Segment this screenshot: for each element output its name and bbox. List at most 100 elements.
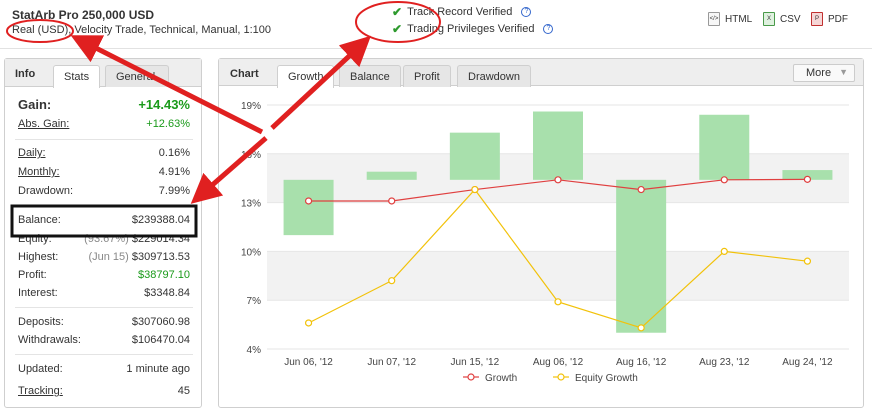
equity-value: $229014.34 [131, 233, 190, 245]
y-tick-label: 19% [241, 101, 261, 112]
x-tick-label: Jun 15, '12 [451, 357, 500, 368]
growth-bar [366, 171, 417, 180]
growth-chart: 19% 16% 13% 10% 7% 4% Jun 06, '12 Jun 07, '12 Ju… [241, 101, 849, 384]
legend-label: Growth [485, 373, 517, 384]
x-tick-label: Jun 07, '12 [367, 357, 416, 368]
tracking-row: Tracking: 45 [18, 385, 190, 397]
growth-bar [533, 111, 583, 180]
stats-panel: Info Stats General Gain: +14.43% Abs. Ga… [4, 58, 202, 408]
help-icon[interactable]: ? [543, 24, 554, 34]
withdrawals-value: $106470.04 [131, 334, 190, 346]
highest-note: (Jun 15) [88, 251, 129, 263]
chart-heading: Chart [230, 68, 259, 80]
help-icon[interactable]: ? [521, 7, 532, 17]
more-dropdown[interactable]: More ▼ [793, 64, 855, 82]
account-subtitle: Real (USD), Velocity Trade, Technical, M… [12, 24, 272, 36]
x-tick-label: Aug 23, '12 [699, 357, 750, 368]
highest-row: Highest: (Jun 15) $309713.53 [18, 251, 190, 263]
triangle-down-icon: ▼ [839, 67, 848, 77]
growth-point [388, 197, 396, 205]
track-record-verified: ✔ Track Record Verified ? [392, 5, 532, 19]
balance-row: Balance: $239388.04 [18, 214, 190, 226]
y-tick-label: 7% [247, 296, 262, 307]
interest-row: Interest: $3348.84 [18, 287, 190, 299]
drawdown-label: Drawdown: [18, 185, 74, 197]
tab-general[interactable]: General [105, 65, 169, 87]
daily-label[interactable]: Daily: [18, 147, 46, 159]
deposits-label: Deposits: [18, 316, 64, 328]
tab-profit[interactable]: Profit [403, 65, 451, 87]
gain-row: Gain: +14.43% [18, 97, 190, 112]
export-html-button[interactable]: </> HTML [708, 12, 752, 26]
monthly-value: 4.91% [158, 166, 190, 178]
equity-growth-point [637, 324, 645, 332]
monthly-label[interactable]: Monthly: [18, 166, 60, 178]
equity-growth-point [304, 319, 313, 327]
growth-bar [616, 179, 667, 333]
divider [15, 139, 193, 140]
export-pdf-label: PDF [828, 13, 848, 25]
export-html-label: HTML [725, 13, 753, 25]
interest-value: $3348.84 [144, 287, 190, 299]
x-tick-label: Jun 06, '12 [284, 357, 333, 368]
grid-band [267, 251, 849, 301]
growth-bar [699, 114, 750, 180]
growth-bar [283, 179, 334, 236]
equity-label: Equity: [18, 233, 52, 245]
updated-value: 1 minute ago [126, 363, 190, 375]
export-csv-label: CSV [780, 13, 801, 25]
legend-marker [557, 373, 565, 381]
profit-label: Profit: [18, 269, 47, 281]
tab-balance[interactable]: Balance [339, 65, 401, 87]
pdf-file-icon: P [811, 12, 823, 26]
chart-tabbar: Chart Growth Balance Profit Drawdown Mor… [219, 59, 863, 88]
x-tick-label: Aug 24, '12 [782, 357, 833, 368]
track-record-label: Track Record Verified [407, 6, 513, 18]
highest-value: $309713.53 [131, 251, 190, 263]
daily-row: Daily: 0.16% [18, 147, 190, 159]
interest-label: Interest: [18, 287, 58, 299]
withdrawals-row: Withdrawals: $106470.04 [18, 334, 190, 346]
x-tick-label: Aug 06, '12 [533, 357, 584, 368]
legend-label: Equity Growth [575, 373, 638, 384]
growth-point [304, 197, 313, 205]
page-root: StatArb Pro 250,000 USD Real (USD), Velo… [0, 0, 872, 416]
equity-growth-point [720, 247, 728, 255]
chart-panel: 19% 16% 13% 10% 7% 4% Jun 06, '12 Jun 07, '12 Ju… [218, 58, 864, 408]
balance-value: $239388.04 [131, 214, 190, 226]
growth-point [637, 185, 645, 194]
updated-label: Updated: [18, 363, 63, 375]
tracking-value: 45 [177, 385, 190, 397]
drawdown-row: Drawdown: 7.99% [18, 185, 190, 197]
check-icon: ✔ [392, 5, 403, 19]
equity-growth-point [388, 277, 396, 285]
y-tick-label: 10% [241, 247, 261, 258]
growth-point [803, 175, 812, 183]
legend-marker [467, 373, 475, 381]
header-divider [0, 48, 872, 49]
info-heading: Info [15, 68, 36, 80]
trading-privileges-label: Trading Privileges Verified [407, 23, 535, 35]
equity-note: (93.67%) [84, 233, 129, 245]
divider [15, 205, 193, 206]
x-tick-label: Aug 16, '12 [616, 357, 667, 368]
abs-gain-label[interactable]: Abs. Gain: [18, 118, 69, 130]
export-pdf-button[interactable]: P PDF [811, 12, 848, 26]
gain-label: Gain: [18, 97, 52, 112]
export-csv-button[interactable]: X CSV [763, 12, 801, 26]
deposits-row: Deposits: $307060.98 [18, 316, 190, 328]
y-tick-label: 4% [247, 345, 262, 356]
drawdown-value: 7.99% [158, 185, 190, 197]
equity-growth-point [471, 185, 479, 194]
tracking-link[interactable]: Tracking: [18, 385, 63, 397]
account-title: StatArb Pro 250,000 USD [12, 8, 155, 22]
tab-stats[interactable]: Stats [53, 65, 101, 88]
y-tick-label: 16% [241, 150, 261, 161]
highest-label: Highest: [18, 251, 59, 263]
tab-growth[interactable]: Growth [277, 65, 335, 88]
growth-point [720, 176, 728, 184]
daily-value: 0.16% [158, 147, 190, 159]
tab-drawdown[interactable]: Drawdown [457, 65, 531, 87]
stats-panel-tabbar: Info Stats General [5, 59, 201, 88]
gain-value: +14.43% [138, 97, 190, 112]
